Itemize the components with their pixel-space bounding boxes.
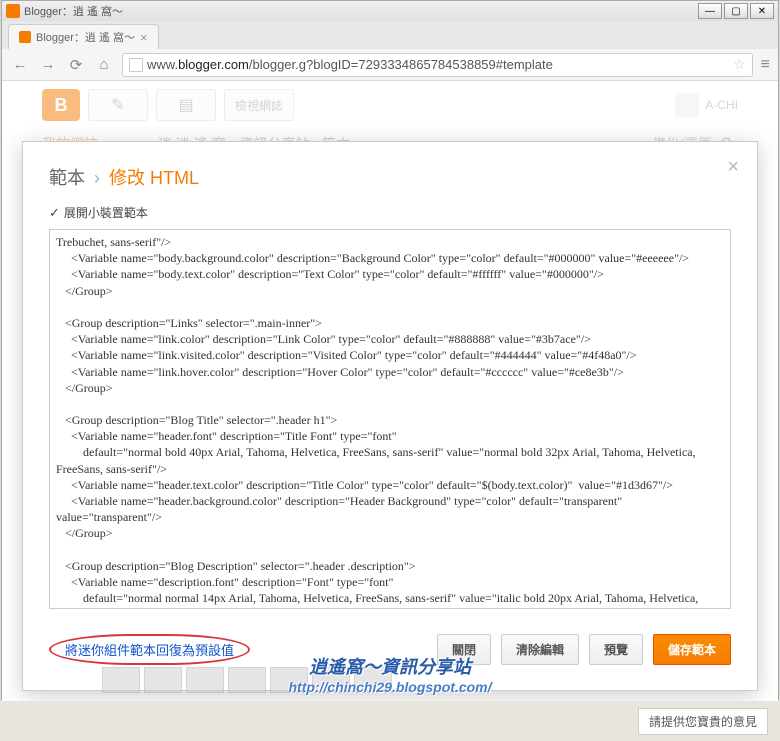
reset-widgets-link[interactable]: 將迷你組件範本回復為預設值 [49,634,250,665]
minimize-button[interactable]: — [698,3,722,19]
expand-widgets-checkbox[interactable]: ✓ 展開小裝置範本 [49,204,731,221]
close-button[interactable]: 關閉 [437,634,491,665]
clear-edits-button[interactable]: 清除編輯 [501,634,579,665]
modal-close-icon[interactable]: × [727,156,739,179]
view-blog-button[interactable]: 檢視網誌 [224,89,294,121]
thumbnail [144,667,182,693]
window-titlebar: Blogger：逍 遙 窩～ — ▢ ✕ [2,1,778,21]
bc-current: 修改 HTML [109,168,199,188]
close-window-button[interactable]: ✕ [750,3,774,19]
url-text: www.blogger.com/blogger.g?blogID=7293334… [147,57,553,72]
username: A-CHI [705,98,738,112]
browser-tab[interactable]: Blogger：逍 遙 窩～ × [8,24,159,49]
maximize-button[interactable]: ▢ [724,3,748,19]
chevron-right-icon: › [94,168,100,188]
menu-icon[interactable]: ≡ [761,56,770,74]
thumbnail [354,667,392,693]
forward-button[interactable]: → [38,55,58,75]
thumbnail-strip [102,667,392,693]
posts-button[interactable]: ▤ [156,89,216,121]
checkbox-label: 展開小裝置範本 [64,204,148,221]
chrome-icon [6,4,20,18]
feedback-button[interactable]: 請提供您寶貴的意見 [638,708,768,735]
back-button[interactable]: ← [10,55,30,75]
home-button[interactable]: ⌂ [94,55,114,75]
edit-html-modal: × 範本 › 修改 HTML ✓ 展開小裝置範本 將迷你組件範本回復為預設值 關… [22,141,758,691]
thumbnail [102,667,140,693]
compose-button[interactable]: ✎ [88,89,148,121]
avatar[interactable] [675,93,699,117]
save-template-button[interactable]: 儲存範本 [653,634,731,665]
bookmark-star-icon[interactable]: ☆ [733,56,746,73]
preview-button[interactable]: 預覽 [589,634,643,665]
page-icon [129,58,143,72]
bottom-bar: 請提供您寶貴的意見 [0,701,780,741]
address-bar[interactable]: www.blogger.com/blogger.g?blogID=7293334… [122,53,753,77]
thumbnail [270,667,308,693]
html-editor[interactable] [49,229,731,609]
blogger-logo-icon[interactable]: B [42,89,80,121]
bc-root[interactable]: 範本 [49,168,85,188]
tab-close-icon[interactable]: × [140,30,148,45]
window-title: Blogger：逍 遙 窩～ [24,3,123,19]
breadcrumb: 範本 › 修改 HTML [49,164,731,190]
blogger-header: B ✎ ▤ 檢視網誌 A-CHI [2,81,778,129]
blogger-favicon [19,31,31,43]
tab-label: Blogger：逍 遙 窩～ [36,29,135,45]
thumbnail [228,667,266,693]
tab-strip: Blogger：逍 遙 窩～ × [2,21,778,49]
thumbnail [312,667,350,693]
url-bar: ← → ⟳ ⌂ www.blogger.com/blogger.g?blogID… [2,49,778,81]
check-icon: ✓ [49,205,60,221]
thumbnail [186,667,224,693]
reload-button[interactable]: ⟳ [66,55,86,75]
